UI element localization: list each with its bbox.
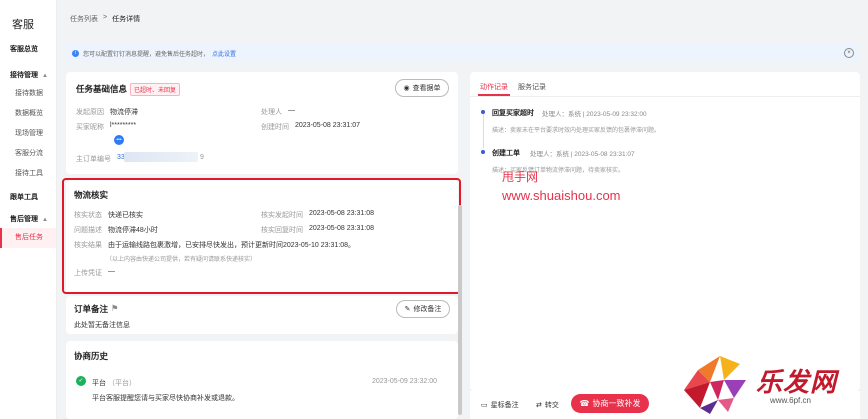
nav-group-aftersale[interactable]: 售后管理 ▲ xyxy=(0,212,56,228)
star-remark-label: 星标备注 xyxy=(490,402,519,409)
logo-text: 乐发网 xyxy=(756,368,838,398)
view-order-button[interactable]: ◉ 查看据单 xyxy=(395,79,449,97)
eye-icon: ◉ xyxy=(403,85,410,92)
basic-info-card: 任务基础信息 已超时、未回复 ◉ 查看据单 发起原因 物流停滞 处理人 — 买家… xyxy=(66,72,458,174)
platform-avatar: ✓ xyxy=(76,376,86,386)
history-author: 平台 xyxy=(92,380,106,387)
nav-item-data-overview[interactable]: 数据概览 xyxy=(0,104,56,124)
order-suffix: 9 xyxy=(200,154,204,161)
nav-item-aftersale-task[interactable]: 售后任务 xyxy=(0,228,56,248)
view-order-label: 查看据单 xyxy=(412,85,441,92)
remark-title-wrap: 订单备注 ⚑ xyxy=(74,303,119,315)
notice-bar: i 您可以配置钉钉消息提醒，避免售后任务超时， 点此设置 × xyxy=(66,44,860,62)
transfer-button[interactable]: ⇄ 转交 xyxy=(536,400,559,410)
reason-label: 发起原因 xyxy=(76,109,104,116)
order-label: 主订单编号 xyxy=(76,156,111,163)
history-card: 协商历史 ✓ 平台 （平台） 2023-05-09 23:32:00 平台客服提… xyxy=(66,341,458,419)
record-title: 回复买家超时 xyxy=(492,110,534,117)
brand-title: 客服 xyxy=(12,19,34,31)
logo-mark xyxy=(684,356,746,414)
edit-remark-button[interactable]: ✎ 修改备注 xyxy=(396,300,450,318)
close-icon[interactable]: × xyxy=(844,48,854,58)
history-author-row: 平台 （平台） xyxy=(92,378,136,388)
nav-item-reception-data[interactable]: 接待数据 xyxy=(0,84,56,104)
record-desc: 描述：卖家未在平台要求时效内处理买家反馈的包裹停滞问题。 xyxy=(492,128,661,134)
logo-url: www.6pf.cn xyxy=(770,396,811,405)
history-text: 平台客服提醒您请与买家尽快协商补发或退款。 xyxy=(92,395,239,402)
timeline-line xyxy=(483,114,484,148)
timeline-dot xyxy=(481,150,485,154)
chevron-up-icon: ▲ xyxy=(42,73,48,79)
breadcrumb-parent[interactable]: 任务列表 xyxy=(70,14,98,24)
left-scrollbar[interactable] xyxy=(458,205,462,415)
topbar: 任务列表 > 任务详情 xyxy=(58,0,868,40)
notice-text: 您可以配置钉钉消息提醒，避免售后任务超时， xyxy=(83,51,210,58)
watermark-cn: 甩手网 xyxy=(502,170,539,184)
flag-icon: ⚑ xyxy=(111,303,119,313)
notice-link[interactable]: 点此设置 xyxy=(212,49,236,58)
info-icon: i xyxy=(72,49,79,57)
history-time: 2023-05-09 23:32:00 xyxy=(372,378,437,385)
record-meta: 处理人：系统 | 2023-05-09 23:32:00 xyxy=(542,111,647,118)
buyer-row: 买家昵称 l********* xyxy=(76,122,136,132)
nav-group-reception-label: 接待管理 xyxy=(10,72,38,79)
created-row: 创建时间 2023-05-08 23:31:07 xyxy=(261,122,360,132)
reason-row: 发起原因 物流停滞 xyxy=(76,107,138,117)
nav-work-order[interactable]: 跟单工具 xyxy=(0,190,56,206)
transfer-label: 转交 xyxy=(544,402,559,409)
nav-item-site-manage[interactable]: 现场管理 xyxy=(0,124,56,144)
basic-info-title: 任务基础信息 xyxy=(76,84,128,94)
tab-divider xyxy=(470,96,860,97)
created-label: 创建时间 xyxy=(261,124,289,131)
order-number-blurred xyxy=(124,152,198,162)
history-author-role: （平台） xyxy=(108,380,136,387)
nav-group-aftersale-label: 售后管理 xyxy=(10,216,38,223)
handler-row: 处理人 — xyxy=(261,107,295,117)
breadcrumb: 任务列表 > 任务详情 xyxy=(70,14,140,24)
right-panel xyxy=(470,72,860,391)
record-meta: 处理人：系统 | 2023-05-08 23:31:07 xyxy=(530,151,635,158)
agree-reship-button[interactable]: ☎ 协商一致补发 xyxy=(571,394,649,413)
handler-label: 处理人 xyxy=(261,109,282,116)
history-title: 协商历史 xyxy=(74,351,109,361)
nav-overview[interactable]: 客服总览 xyxy=(0,42,56,58)
pencil-icon: ✎ xyxy=(404,306,411,313)
transfer-icon: ⇄ xyxy=(536,402,542,409)
status-badge: 已超时、未回复 xyxy=(130,83,181,96)
tab-action-records[interactable]: 动作记录 xyxy=(480,82,508,92)
watermark-url: www.shuaishou.com xyxy=(502,188,621,203)
chat-icon[interactable]: ••• xyxy=(114,135,124,145)
remark-empty: 此处暂无备注信息 xyxy=(74,322,130,329)
star-remark-button[interactable]: ▭ 星标备注 xyxy=(481,400,519,410)
highlight-frame xyxy=(62,178,461,294)
edit-remark-label: 修改备注 xyxy=(413,306,442,313)
agree-reship-label: 协商一致补发 xyxy=(592,399,641,408)
timeline-dot xyxy=(481,110,485,114)
sidebar: 客服 客服总览 接待管理 ▲ 接待数据 数据概览 现场管理 客服分流 接待工具 … xyxy=(0,0,57,419)
order-row: 主订单编号 33 xyxy=(76,154,125,164)
record-title: 创建工单 xyxy=(492,150,520,157)
remark-title: 订单备注 xyxy=(74,304,109,314)
nav-item-diversion[interactable]: 客服分流 xyxy=(0,144,56,164)
tab-service-records[interactable]: 服务记录 xyxy=(518,82,546,92)
nav-group-reception[interactable]: 接待管理 ▲ xyxy=(0,68,56,84)
buyer-label: 买家昵称 xyxy=(76,124,104,131)
reason-value: 物流停滞 xyxy=(110,109,138,116)
handler-value: — xyxy=(288,107,295,114)
nav-item-reception-tools[interactable]: 接待工具 xyxy=(0,164,56,184)
buyer-value: l********* xyxy=(110,122,137,129)
chevron-up-icon: ▲ xyxy=(42,217,48,223)
breadcrumb-separator: > xyxy=(103,14,108,21)
breadcrumb-current: 任务详情 xyxy=(112,16,141,23)
headset-icon: ☎ xyxy=(579,399,590,408)
created-value: 2023-05-08 23:31:07 xyxy=(295,122,360,129)
remark-card: 订单备注 ⚑ ✎ 修改备注 此处暂无备注信息 xyxy=(66,296,458,334)
bookmark-icon: ▭ xyxy=(481,402,488,409)
